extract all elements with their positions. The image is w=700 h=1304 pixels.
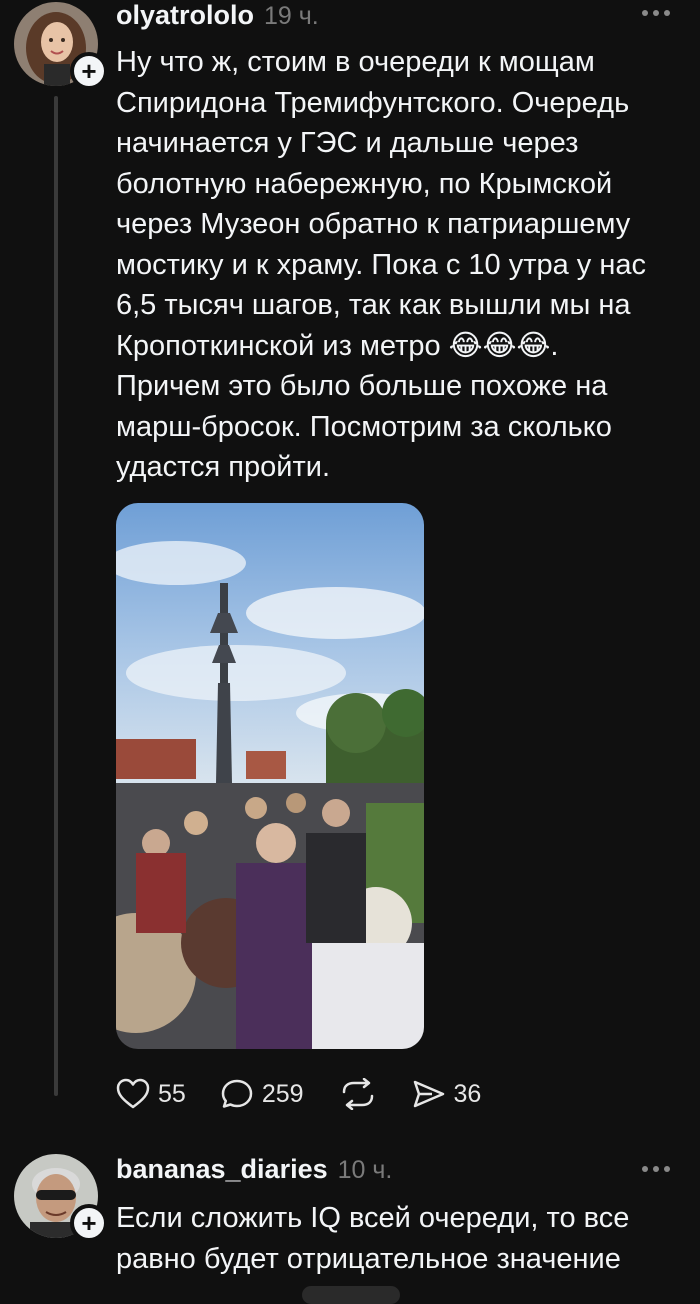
timestamp: 19 ч. xyxy=(264,2,319,30)
reply-text: Если сложить IQ всей очереди, то все рав… xyxy=(116,1202,630,1275)
photo-crowd-monument xyxy=(116,503,424,1049)
repost-icon xyxy=(342,1078,373,1110)
follow-plus-icon[interactable]: + xyxy=(70,52,108,90)
comment-count: 259 xyxy=(261,1079,304,1108)
follow-plus-icon[interactable]: + xyxy=(70,1204,108,1242)
heart-icon xyxy=(116,1078,150,1109)
comment-button[interactable]: 259 xyxy=(220,1078,304,1110)
like-button[interactable]: 55 xyxy=(116,1078,186,1110)
reply-post: + bananas_diaries 10 ч. Если сложить IQ … xyxy=(0,1140,700,1298)
more-options-icon[interactable] xyxy=(642,1166,670,1172)
thread-line xyxy=(54,96,58,1096)
bottom-pill xyxy=(302,1286,400,1304)
comment-icon xyxy=(221,1079,253,1108)
post-header: olyatrololo 19 ч. xyxy=(116,0,319,31)
post-actions: 55 259 36 xyxy=(116,1078,515,1110)
username[interactable]: bananas_diaries xyxy=(116,1154,328,1185)
post: + olyatrololo 19 ч. Ну что ж, стоим в оч… xyxy=(0,0,700,1140)
share-button[interactable]: 36 xyxy=(412,1078,482,1110)
share-count: 36 xyxy=(453,1079,482,1108)
send-icon xyxy=(413,1080,444,1108)
more-options-icon[interactable] xyxy=(642,10,670,16)
repost-button[interactable] xyxy=(338,1078,378,1110)
like-count: 55 xyxy=(158,1079,186,1108)
post-text: Ну что ж, стоим в очереди к мощам Спирид… xyxy=(116,46,647,483)
reply-header: bananas_diaries 10 ч. xyxy=(116,1154,392,1185)
timestamp: 10 ч. xyxy=(337,1156,393,1184)
post-photo[interactable] xyxy=(116,503,424,1049)
username[interactable]: olyatrololo xyxy=(116,0,254,31)
